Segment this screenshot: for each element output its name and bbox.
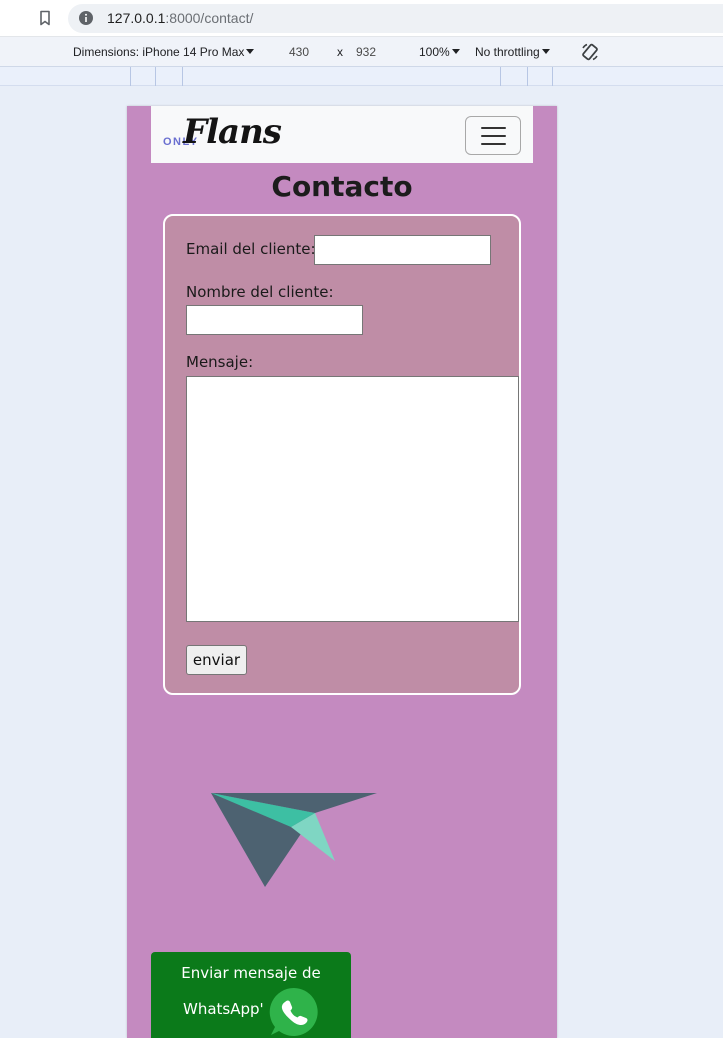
brand-script-text: Flans (183, 112, 282, 152)
navbar-toggle-button[interactable] (465, 116, 521, 155)
browser-url-bar: 127.0.0.1:8000/contact/ (0, 0, 723, 37)
hamburger-menu-icon (481, 127, 506, 129)
media-query-ruler (0, 67, 723, 86)
rotate-device-icon[interactable] (580, 42, 600, 62)
email-field[interactable] (314, 235, 491, 265)
name-field[interactable] (186, 305, 363, 335)
url-text[interactable]: 127.0.0.1:8000/contact/ (107, 10, 253, 26)
throttling-label: No throttling (475, 45, 540, 59)
ruler-tick (155, 67, 156, 86)
bookmark-icon[interactable] (36, 9, 54, 27)
device-dimensions-select[interactable]: Dimensions: iPhone 14 Pro Max (73, 45, 255, 59)
chevron-down-icon (246, 49, 255, 54)
email-label: Email del cliente: (186, 240, 316, 258)
url-path: :8000/contact/ (165, 10, 254, 26)
whatsapp-button[interactable]: Enviar mensaje de WhatsApp' (151, 952, 351, 1038)
ruler-tick (130, 67, 131, 86)
message-label: Mensaje: (186, 353, 254, 371)
zoom-label: 100% (419, 45, 450, 59)
name-label: Nombre del cliente: (186, 283, 334, 301)
page-title: Contacto (271, 170, 413, 203)
paper-plane-icon (211, 793, 377, 887)
chevron-down-icon (451, 49, 460, 54)
hamburger-menu-icon (481, 143, 506, 145)
url-host: 127.0.0.1 (107, 10, 166, 26)
send-button[interactable]: enviar (186, 645, 247, 675)
dimension-separator: x (337, 45, 343, 59)
page-viewport: ONLY Flans Contacto Email del cliente: N… (127, 106, 557, 1038)
address-bar[interactable]: 127.0.0.1:8000/contact/ (68, 4, 723, 33)
device-toolbar: Dimensions: iPhone 14 Pro Max 430 x 932 … (0, 37, 723, 67)
ruler-tick (527, 67, 528, 86)
whatsapp-text-line1: Enviar mensaje de (181, 964, 321, 982)
throttling-select[interactable]: No throttling (475, 45, 550, 59)
ruler-tick (552, 67, 553, 86)
zoom-select[interactable]: 100% (419, 45, 460, 59)
ruler-tick (182, 67, 183, 86)
whatsapp-text-line2: WhatsApp' (183, 1000, 264, 1018)
contact-form: Email del cliente: Nombre del cliente: M… (163, 214, 521, 695)
ruler-tick (500, 67, 501, 86)
info-icon[interactable] (79, 11, 93, 25)
hamburger-menu-icon (481, 135, 506, 137)
navbar: ONLY Flans (151, 106, 533, 163)
chevron-down-icon (541, 49, 550, 54)
whatsapp-icon (269, 987, 318, 1036)
viewport-width-input[interactable]: 430 (289, 45, 309, 59)
device-dimensions-label: Dimensions: iPhone 14 Pro Max (73, 45, 245, 59)
message-textarea[interactable] (186, 376, 519, 622)
viewport-height-input[interactable]: 932 (356, 45, 376, 59)
